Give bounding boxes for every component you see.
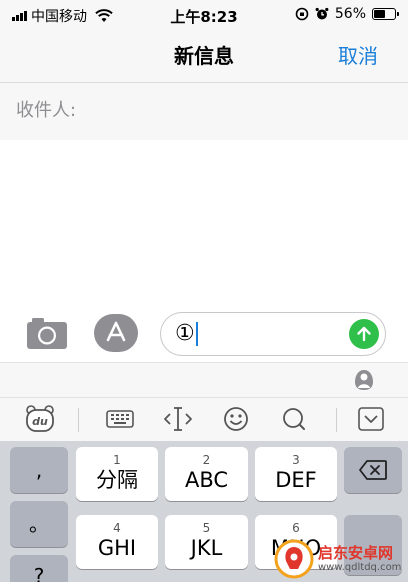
key-comma[interactable]: , <box>10 447 68 493</box>
toolbar-separator <box>336 408 337 432</box>
status-bar: 中国移动 上午8:23 56% <box>0 0 408 30</box>
orientation-lock-icon <box>295 7 309 21</box>
key-4-ghi[interactable]: 4 GHI <box>76 515 158 569</box>
person-icon[interactable] <box>352 368 376 392</box>
key-1-separator[interactable]: 1 分隔 <box>76 447 158 501</box>
cursor-move-icon[interactable] <box>162 404 194 434</box>
baidu-logo-icon[interactable]: du <box>24 404 56 434</box>
keyboard-toolbar: du <box>0 397 408 441</box>
backspace-icon <box>359 460 387 480</box>
key-question[interactable]: ? <box>10 555 68 582</box>
camera-icon[interactable] <box>26 316 68 350</box>
alarm-icon <box>315 7 329 20</box>
key-2-abc[interactable]: 2 ABC <box>165 447 248 501</box>
battery-icon <box>372 8 399 20</box>
battery-fill <box>374 10 386 18</box>
key-5-jkl[interactable]: 5 JKL <box>165 515 248 569</box>
message-input[interactable]: ① <box>160 312 386 356</box>
watermark-logo-icon <box>274 539 314 579</box>
search-icon[interactable] <box>278 404 310 434</box>
status-right: 56% <box>295 6 399 22</box>
nav-divider <box>0 82 408 83</box>
arrow-up-icon <box>357 326 371 342</box>
text-caret <box>195 322 198 346</box>
suggestion-bar <box>0 363 408 397</box>
watermark-name: 启东安卓网 <box>318 544 394 562</box>
watermark: 启东安卓网 www.qdltdq.com <box>274 536 408 582</box>
toolbar-separator <box>78 408 79 432</box>
watermark-url: www.qdltdq.com <box>318 562 402 573</box>
keyboard-icon[interactable] <box>104 404 136 434</box>
svg-text:du: du <box>32 415 48 428</box>
battery-percent: 56% <box>334 6 366 22</box>
watermark-text: 启东安卓网 www.qdltdq.com <box>318 544 401 574</box>
app-store-button[interactable] <box>94 314 138 352</box>
key-3-def[interactable]: 3 DEF <box>255 447 337 501</box>
collapse-keyboard-icon[interactable] <box>355 404 387 434</box>
recipient-label[interactable]: 收件人: <box>16 96 76 122</box>
key-period[interactable]: 。 <box>10 501 68 547</box>
delete-key[interactable] <box>344 447 402 493</box>
cancel-button[interactable]: 取消 <box>338 40 378 69</box>
send-button[interactable] <box>349 319 379 349</box>
message-text: ① <box>175 322 198 346</box>
app-store-icon <box>106 321 126 342</box>
emoji-icon[interactable] <box>220 404 252 434</box>
